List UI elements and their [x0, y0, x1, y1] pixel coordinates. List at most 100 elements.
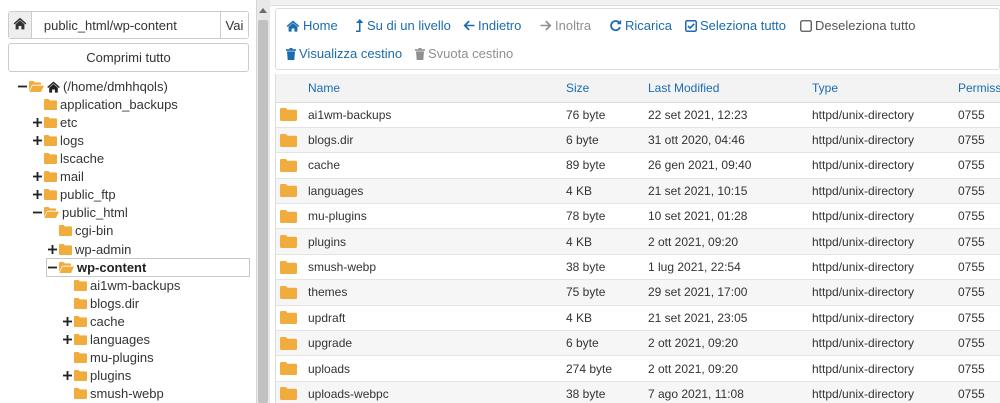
folder-icon — [74, 333, 87, 345]
tree-item[interactable]: (/home/dmhhqols) — [17, 78, 168, 95]
up-one-level-button[interactable]: Su di un livello — [355, 18, 451, 33]
collapse-minus-icon[interactable] — [47, 262, 57, 272]
tree-item[interactable]: public_html — [32, 204, 128, 221]
table-row[interactable]: uploads 274 byte 2 ott 2021, 09:20 httpd/un… — [276, 355, 1000, 382]
select-all-button[interactable]: Seleziona tutto — [685, 18, 786, 33]
expand-plus-icon[interactable] — [62, 316, 72, 326]
view-trash-button[interactable]: Visualizza cestino — [286, 46, 402, 61]
cell-name[interactable]: themes — [308, 279, 566, 306]
tree-item[interactable]: smush-webp — [62, 385, 164, 402]
tree-item[interactable]: plugins — [62, 367, 131, 384]
table-row[interactable]: upgrade 6 byte 2 ott 2021, 09:20 httpd/unix… — [276, 330, 1000, 357]
tree-item[interactable]: lscache — [32, 150, 104, 167]
folder-icon — [44, 117, 57, 129]
table-row[interactable]: themes 75 byte 29 set 2021, 17:00 httpd/uni… — [276, 279, 1000, 306]
cell-name[interactable]: plugins — [308, 228, 566, 255]
go-button[interactable]: Vai — [219, 12, 248, 38]
empty-trash-label: Svuota cestino — [428, 46, 514, 61]
trash-icon — [286, 47, 296, 60]
header-name[interactable]: Name — [308, 74, 566, 103]
tree-item[interactable]: ai1wm-backups — [62, 277, 180, 294]
expand-plus-icon[interactable] — [62, 370, 72, 380]
cell-name[interactable]: smush-webp — [308, 254, 566, 281]
cell-size: 4 KB — [566, 178, 648, 205]
table-row[interactable]: updraft 4 KB 21 set 2021, 23:05 httpd/unix-… — [276, 305, 1000, 332]
cell-type: httpd/unix-directory — [812, 152, 958, 179]
tree-item[interactable]: languages — [62, 331, 150, 348]
home-button[interactable]: Home — [286, 18, 338, 33]
cell-type: httpd/unix-directory — [812, 355, 958, 382]
cell-name[interactable]: uploads-webpc — [308, 381, 566, 403]
path-home-button[interactable] — [9, 12, 32, 38]
table-row[interactable]: cache 89 byte 26 gen 2021, 09:40 httpd/unix… — [276, 152, 1000, 179]
table-row[interactable]: plugins 4 KB 2 ott 2021, 09:20 httpd/unix-d… — [276, 228, 1000, 255]
cell-size: 4 KB — [566, 228, 648, 255]
tree-item[interactable]: cgi-bin — [47, 222, 113, 239]
folder-icon — [74, 279, 87, 291]
tree-item[interactable]: etc — [32, 114, 77, 131]
tree-item[interactable]: blogs.dir — [62, 295, 139, 312]
deselect-all-button[interactable]: Deseleziona tutto — [800, 18, 915, 33]
cell-name[interactable]: cache — [308, 152, 566, 179]
empty-trash-button[interactable]: Svuota cestino — [415, 46, 513, 61]
table-header-row: Name Size Last Modified Type Permiss — [276, 74, 1000, 103]
forward-button[interactable]: Inoltra — [540, 18, 591, 33]
tree-item[interactable]: mail — [32, 168, 84, 185]
cell-name[interactable]: blogs.dir — [308, 127, 566, 154]
collapse-all-button[interactable]: Comprimi tutto — [8, 43, 249, 72]
folder-icon — [280, 260, 308, 274]
expand-plus-icon[interactable] — [47, 244, 57, 254]
cell-name[interactable]: mu-plugins — [308, 203, 566, 230]
folder-open-icon — [59, 261, 74, 273]
tree-item[interactable]: wp-content — [46, 257, 250, 277]
cell-name[interactable]: uploads — [308, 355, 566, 382]
folder-icon — [59, 243, 72, 255]
cell-type: httpd/unix-directory — [812, 330, 958, 357]
file-table-body: ai1wm-backups 76 byte 22 set 2021, 12:23 ht… — [276, 102, 1000, 403]
tree-item[interactable]: mu-plugins — [62, 349, 154, 366]
row-icon-cell — [276, 228, 308, 255]
table-row[interactable]: mu-plugins 78 byte 10 set 2021, 01:28 httpd… — [276, 203, 1000, 230]
cell-name[interactable]: updraft — [308, 305, 566, 332]
table-row[interactable]: blogs.dir 6 byte 31 ott 2020, 04:46 httpd/u… — [276, 127, 1000, 154]
tree-item-label: etc — [60, 115, 78, 131]
header-size[interactable]: Size — [566, 74, 648, 103]
header-last-modified[interactable]: Last Modified — [648, 74, 812, 103]
table-row[interactable]: ai1wm-backups 76 byte 22 set 2021, 12:23 ht… — [276, 102, 1000, 128]
expand-plus-icon[interactable] — [32, 136, 42, 146]
refresh-icon — [609, 19, 622, 32]
header-type[interactable]: Type — [812, 74, 958, 103]
cell-last-modified: 10 set 2021, 01:28 — [648, 203, 812, 230]
collapse-minus-icon[interactable] — [17, 82, 27, 92]
back-button[interactable]: Indietro — [463, 18, 521, 33]
cell-name[interactable]: languages — [308, 178, 566, 205]
trash-icon — [415, 47, 425, 60]
cell-name[interactable]: upgrade — [308, 330, 566, 357]
table-row[interactable]: smush-webp 38 byte 1 lug 2021, 22:54 httpd/… — [276, 254, 1000, 281]
tree-item[interactable]: wp-admin — [47, 241, 131, 258]
expand-plus-icon[interactable] — [32, 118, 42, 128]
path-input[interactable] — [31, 12, 220, 38]
folder-icon — [44, 171, 57, 183]
panel-scrollbar-thumb[interactable] — [258, 20, 268, 403]
tree-item-label: ai1wm-backups — [90, 277, 181, 293]
table-row[interactable]: languages 4 KB 21 set 2021, 10:15 httpd/uni… — [276, 178, 1000, 205]
expand-plus-icon[interactable] — [62, 334, 72, 344]
deselect-all-label: Deseleziona tutto — [815, 18, 916, 33]
expand-plus-icon[interactable] — [32, 190, 42, 200]
tree-item[interactable]: cache — [62, 313, 125, 330]
header-permissions[interactable]: Permiss — [958, 74, 1000, 103]
header-icon-column — [276, 74, 308, 103]
row-icon-cell — [276, 279, 308, 306]
tree-item[interactable]: application_backups — [32, 96, 178, 113]
cell-name[interactable]: ai1wm-backups — [308, 102, 566, 128]
expand-plus-icon[interactable] — [32, 172, 42, 182]
tree-item[interactable]: logs — [32, 132, 84, 149]
tree-item-label: smush-webp — [90, 386, 164, 402]
scroll-up-arrow-icon[interactable] — [259, 6, 267, 14]
tree-item[interactable]: public_ftp — [32, 186, 116, 203]
collapse-minus-icon[interactable] — [32, 208, 42, 218]
table-row[interactable]: uploads-webpc 38 byte 7 ago 2021, 11:08 htt… — [276, 381, 1000, 403]
reload-button[interactable]: Ricarica — [609, 18, 672, 33]
